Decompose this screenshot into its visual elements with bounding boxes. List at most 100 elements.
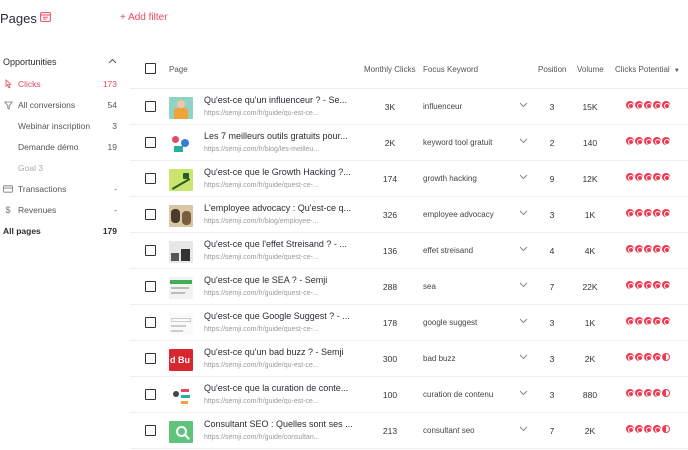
sidebar-item-transactions[interactable]: Transactions - [0, 179, 124, 199]
row-checkbox[interactable] [145, 425, 156, 436]
clicks-potential-rating [626, 137, 670, 145]
table-row[interactable]: d Bu Qu'est-ce qu'un bad buzz ? - Semji ht… [130, 341, 688, 377]
page-thumbnail [169, 277, 193, 299]
potential-dot [662, 245, 670, 253]
column-clicks-potential[interactable]: Clicks Potential ▼ [615, 65, 680, 74]
focus-keyword-value: growth hacking [423, 174, 477, 183]
sidebar-item-demande-demo[interactable]: Demande démo 19 [0, 137, 124, 157]
page-title-link[interactable]: Qu'est-ce qu'un bad buzz ? - Semji [204, 347, 344, 357]
table-row[interactable]: L'employee advocacy : Qu'est-ce q... http… [130, 197, 688, 233]
row-checkbox[interactable] [145, 317, 156, 328]
row-checkbox[interactable] [145, 245, 156, 256]
potential-dot [653, 101, 661, 109]
table-row[interactable]: Qu'est-ce que Google Suggest ? - ... http… [130, 305, 688, 341]
row-checkbox[interactable] [145, 281, 156, 292]
page-url: https://semji.com/fr/guide/quest-ce-... [204, 290, 319, 297]
page-title-link[interactable]: Qu'est-ce que la curation de conte... [204, 383, 348, 393]
potential-dot [653, 425, 661, 433]
focus-keyword-value: effet streisand [423, 246, 474, 255]
table-row[interactable]: Les 7 meilleurs outils gratuits pour... h… [130, 125, 688, 161]
column-position[interactable]: Position [538, 65, 566, 74]
chevron-down-icon[interactable] [519, 317, 528, 326]
chevron-down-icon[interactable] [519, 101, 528, 110]
clicks-potential-rating [626, 317, 670, 325]
monthly-clicks-value: 100 [382, 390, 398, 400]
row-checkbox[interactable] [145, 353, 156, 364]
focus-keyword-value: employee advocacy [423, 210, 494, 219]
sidebar-section-opportunities[interactable]: Opportunities [0, 52, 124, 72]
page-title-link[interactable]: Qu'est-ce qu'un influenceur ? - Se... [204, 95, 347, 105]
volume-value: 2K [584, 426, 596, 436]
page-title-link[interactable]: Qu'est-ce que le Growth Hacking ?... [204, 167, 351, 177]
chevron-down-icon[interactable] [519, 137, 528, 146]
chevron-down-icon[interactable] [519, 173, 528, 182]
column-focus-keyword[interactable]: Focus Keyword [423, 65, 478, 74]
sidebar-item-label: All pages [3, 226, 41, 236]
page-title-link[interactable]: Qu'est-ce que Google Suggest ? - ... [204, 311, 350, 321]
sidebar-item-count: 179 [102, 226, 117, 236]
position-value: 3 [549, 390, 555, 400]
potential-dot [662, 317, 670, 325]
sidebar-item-all-pages[interactable]: All pages 179 [0, 221, 124, 241]
chevron-down-icon[interactable] [519, 425, 528, 434]
chevron-down-icon[interactable] [519, 245, 528, 254]
pages-icon[interactable] [40, 12, 51, 22]
potential-dot [653, 317, 661, 325]
page-url: https://semji.com/fr/blog/les-meilleu... [204, 146, 320, 153]
add-filter-button[interactable]: + Add filter [120, 12, 168, 23]
page-title-link[interactable]: L'employee advocacy : Qu'est-ce q... [204, 203, 351, 213]
page-thumbnail [169, 313, 193, 335]
chevron-down-icon[interactable] [519, 209, 528, 218]
position-value: 3 [549, 318, 555, 328]
potential-dot [662, 209, 670, 217]
column-volume[interactable]: Volume [577, 65, 604, 74]
table-row[interactable]: Qu'est-ce qu'un influenceur ? - Se... htt… [130, 89, 688, 125]
focus-keyword-value: influenceur [423, 102, 463, 111]
sidebar-item-label: All conversions [18, 100, 76, 110]
potential-dot [662, 137, 670, 145]
row-checkbox[interactable] [145, 209, 156, 220]
select-all-checkbox[interactable] [145, 63, 156, 74]
sidebar-item-webinar-inscription[interactable]: Webinar inscription 3 [0, 116, 124, 136]
page-title: Pages [0, 11, 37, 26]
page-title-link[interactable]: Qu'est-ce que l'effet Streisand ? - ... [204, 239, 347, 249]
page-title-link[interactable]: Les 7 meilleurs outils gratuits pour... [204, 131, 348, 141]
table-row[interactable]: Qu'est-ce que le SEA ? - Semji https://se… [130, 269, 688, 305]
row-checkbox[interactable] [145, 389, 156, 400]
clicks-potential-rating [626, 281, 670, 289]
sidebar-item-revenues[interactable]: $ Revenues - [0, 200, 124, 220]
row-checkbox[interactable] [145, 101, 156, 112]
potential-dot [653, 281, 661, 289]
potential-dot [653, 389, 661, 397]
column-monthly-clicks[interactable]: Monthly Clicks [364, 65, 416, 74]
chevron-down-icon[interactable] [519, 353, 528, 362]
potential-dot [653, 353, 661, 361]
chevron-down-icon[interactable] [519, 281, 528, 290]
table-row[interactable]: Qu'est-ce que la curation de conte... htt… [130, 377, 688, 413]
sidebar-item-all-conversions[interactable]: All conversions 54 [0, 95, 124, 115]
position-value: 7 [549, 426, 555, 436]
clicks-potential-rating [626, 425, 670, 433]
chevron-up-icon[interactable] [108, 58, 117, 64]
volume-value: 880 [582, 390, 598, 400]
potential-dot [662, 173, 670, 181]
position-value: 3 [549, 354, 555, 364]
sidebar-item-label: Webinar inscription [18, 121, 91, 131]
page-title-link[interactable]: Consultant SEO : Quelles sont ses ... [204, 419, 353, 429]
table-row[interactable]: Qu'est-ce que l'effet Streisand ? - ... h… [130, 233, 688, 269]
row-checkbox[interactable] [145, 137, 156, 148]
sidebar-item-label: Revenues [18, 205, 57, 215]
sidebar-item-count: - [114, 205, 117, 215]
sort-down-icon[interactable]: ▼ [674, 68, 680, 74]
card-icon [3, 184, 13, 194]
chevron-down-icon[interactable] [519, 389, 528, 398]
sidebar-item-label: Demande démo [18, 142, 79, 152]
sidebar-item-goal-3[interactable]: Goal 3 [0, 158, 124, 178]
row-checkbox[interactable] [145, 173, 156, 184]
potential-dot [626, 425, 634, 433]
table-row[interactable]: Qu'est-ce que le Growth Hacking ?... http… [130, 161, 688, 197]
table-row[interactable]: Consultant SEO : Quelles sont ses ... htt… [130, 413, 688, 449]
page-title-link[interactable]: Qu'est-ce que le SEA ? - Semji [204, 275, 327, 285]
column-page[interactable]: Page [169, 65, 188, 74]
sidebar-item-clicks[interactable]: Clicks 173 [0, 74, 124, 94]
